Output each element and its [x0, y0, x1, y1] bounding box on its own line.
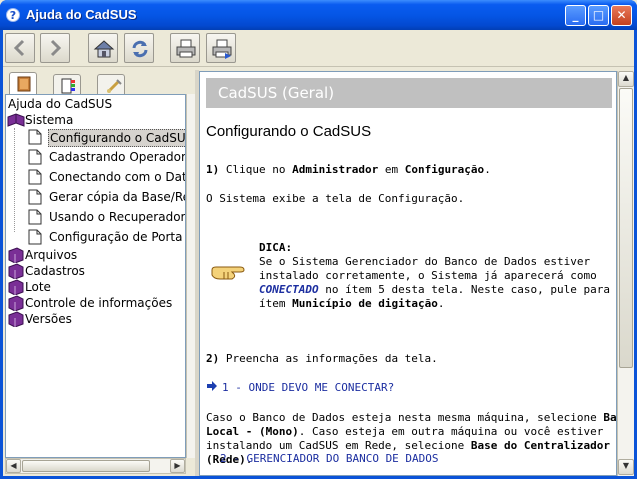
open-book-icon	[7, 113, 25, 127]
minimize-button[interactable]: _	[565, 5, 586, 26]
topic-banner: CadSUS (Geral)	[206, 78, 612, 108]
tree-vertical-scrollbar[interactable]	[186, 94, 195, 458]
search-tab-icon	[106, 79, 122, 94]
book-icon	[8, 247, 24, 263]
refresh-icon	[132, 40, 148, 58]
link-gerenciador[interactable]: 2 - GERENCIADOR DO BANCO DE DADOS	[220, 452, 439, 465]
navigation-pane: Ajuda do CadSUS Sistema Configurando o C…	[3, 70, 195, 476]
tab-contents[interactable]	[9, 72, 37, 95]
refresh-button[interactable]	[124, 33, 154, 63]
forward-icon	[50, 39, 62, 57]
help-content: CadSUS (Geral) Configurando o CadSUS 1) …	[199, 71, 617, 476]
content-vertical-scrollbar[interactable]: ▲ ▼	[617, 71, 634, 476]
page-icon	[28, 209, 42, 225]
page-icon	[28, 169, 42, 185]
system-shows-text: O Sistema exibe a tela de Configuração.	[206, 192, 465, 205]
tip-block: DICA: Se o Sistema Gerenciador do Banco …	[259, 241, 617, 310]
page-icon	[28, 189, 42, 205]
contents-tree: Ajuda do CadSUS Sistema Configurando o C…	[5, 94, 186, 458]
tree-connector	[14, 128, 15, 232]
nav-tabs	[3, 72, 195, 95]
scroll-right-icon[interactable]: ▶	[170, 459, 185, 473]
book-icon	[8, 263, 24, 279]
paragraph-line-1: Caso o Banco de Dados esteja nesta mesma…	[206, 411, 617, 424]
index-tab-icon	[61, 78, 75, 94]
book-icon	[8, 295, 24, 311]
page-setup-icon	[212, 39, 232, 59]
window-title: Ajuda do CadSUS	[26, 7, 137, 22]
toolbar	[3, 30, 634, 67]
maximize-button[interactable]: □	[588, 5, 609, 26]
book-icon	[8, 279, 24, 295]
app-window: ? Ajuda do CadSUS _ □ ✕ Ajuda do CadSUS …	[0, 0, 637, 479]
step-1: 1) Clique no Administrador em Configuraç…	[206, 163, 491, 176]
print-button[interactable]	[170, 33, 200, 63]
scroll-down-icon[interactable]: ▼	[618, 459, 634, 475]
contents-tab-icon	[17, 76, 31, 92]
forward-button[interactable]	[40, 33, 70, 63]
home-button[interactable]	[88, 33, 118, 63]
link-onde-conectar[interactable]: 1 - ONDE DEVO ME CONECTAR?	[222, 381, 394, 395]
help-icon: ?	[6, 8, 20, 22]
page-icon	[28, 149, 42, 165]
scroll-up-icon[interactable]: ▲	[618, 71, 634, 87]
page-icon	[28, 229, 42, 245]
arrow-right-icon	[207, 381, 217, 391]
tree-horizontal-scrollbar[interactable]: ◀ ▶	[5, 458, 186, 474]
scroll-thumb[interactable]	[22, 460, 150, 472]
page-title: Configurando o CadSUS	[206, 123, 372, 140]
page-setup-button[interactable]	[206, 33, 236, 63]
book-icon	[8, 311, 24, 327]
paragraph-line-3: instalando um CadSUS em Rede, selecione …	[206, 439, 617, 452]
step-2: 2) Preencha as informações da tela.	[206, 352, 438, 365]
scroll-left-icon[interactable]: ◀	[6, 459, 21, 473]
page-icon	[28, 129, 42, 145]
close-button[interactable]: ✕	[611, 5, 632, 26]
pointing-hand-icon	[211, 266, 245, 280]
paragraph-line-2: Local - (Mono). Caso esteja em outra máq…	[206, 425, 604, 438]
scroll-thumb[interactable]	[619, 88, 633, 368]
back-button[interactable]	[5, 33, 35, 63]
title-bar[interactable]: ? Ajuda do CadSUS _ □ ✕	[0, 0, 637, 30]
tab-index[interactable]	[53, 74, 81, 94]
back-icon	[13, 39, 25, 57]
home-icon	[93, 40, 115, 58]
print-icon	[176, 39, 196, 58]
tab-search[interactable]	[97, 74, 125, 94]
window-client: Ajuda do CadSUS Sistema Configurando o C…	[3, 30, 634, 476]
